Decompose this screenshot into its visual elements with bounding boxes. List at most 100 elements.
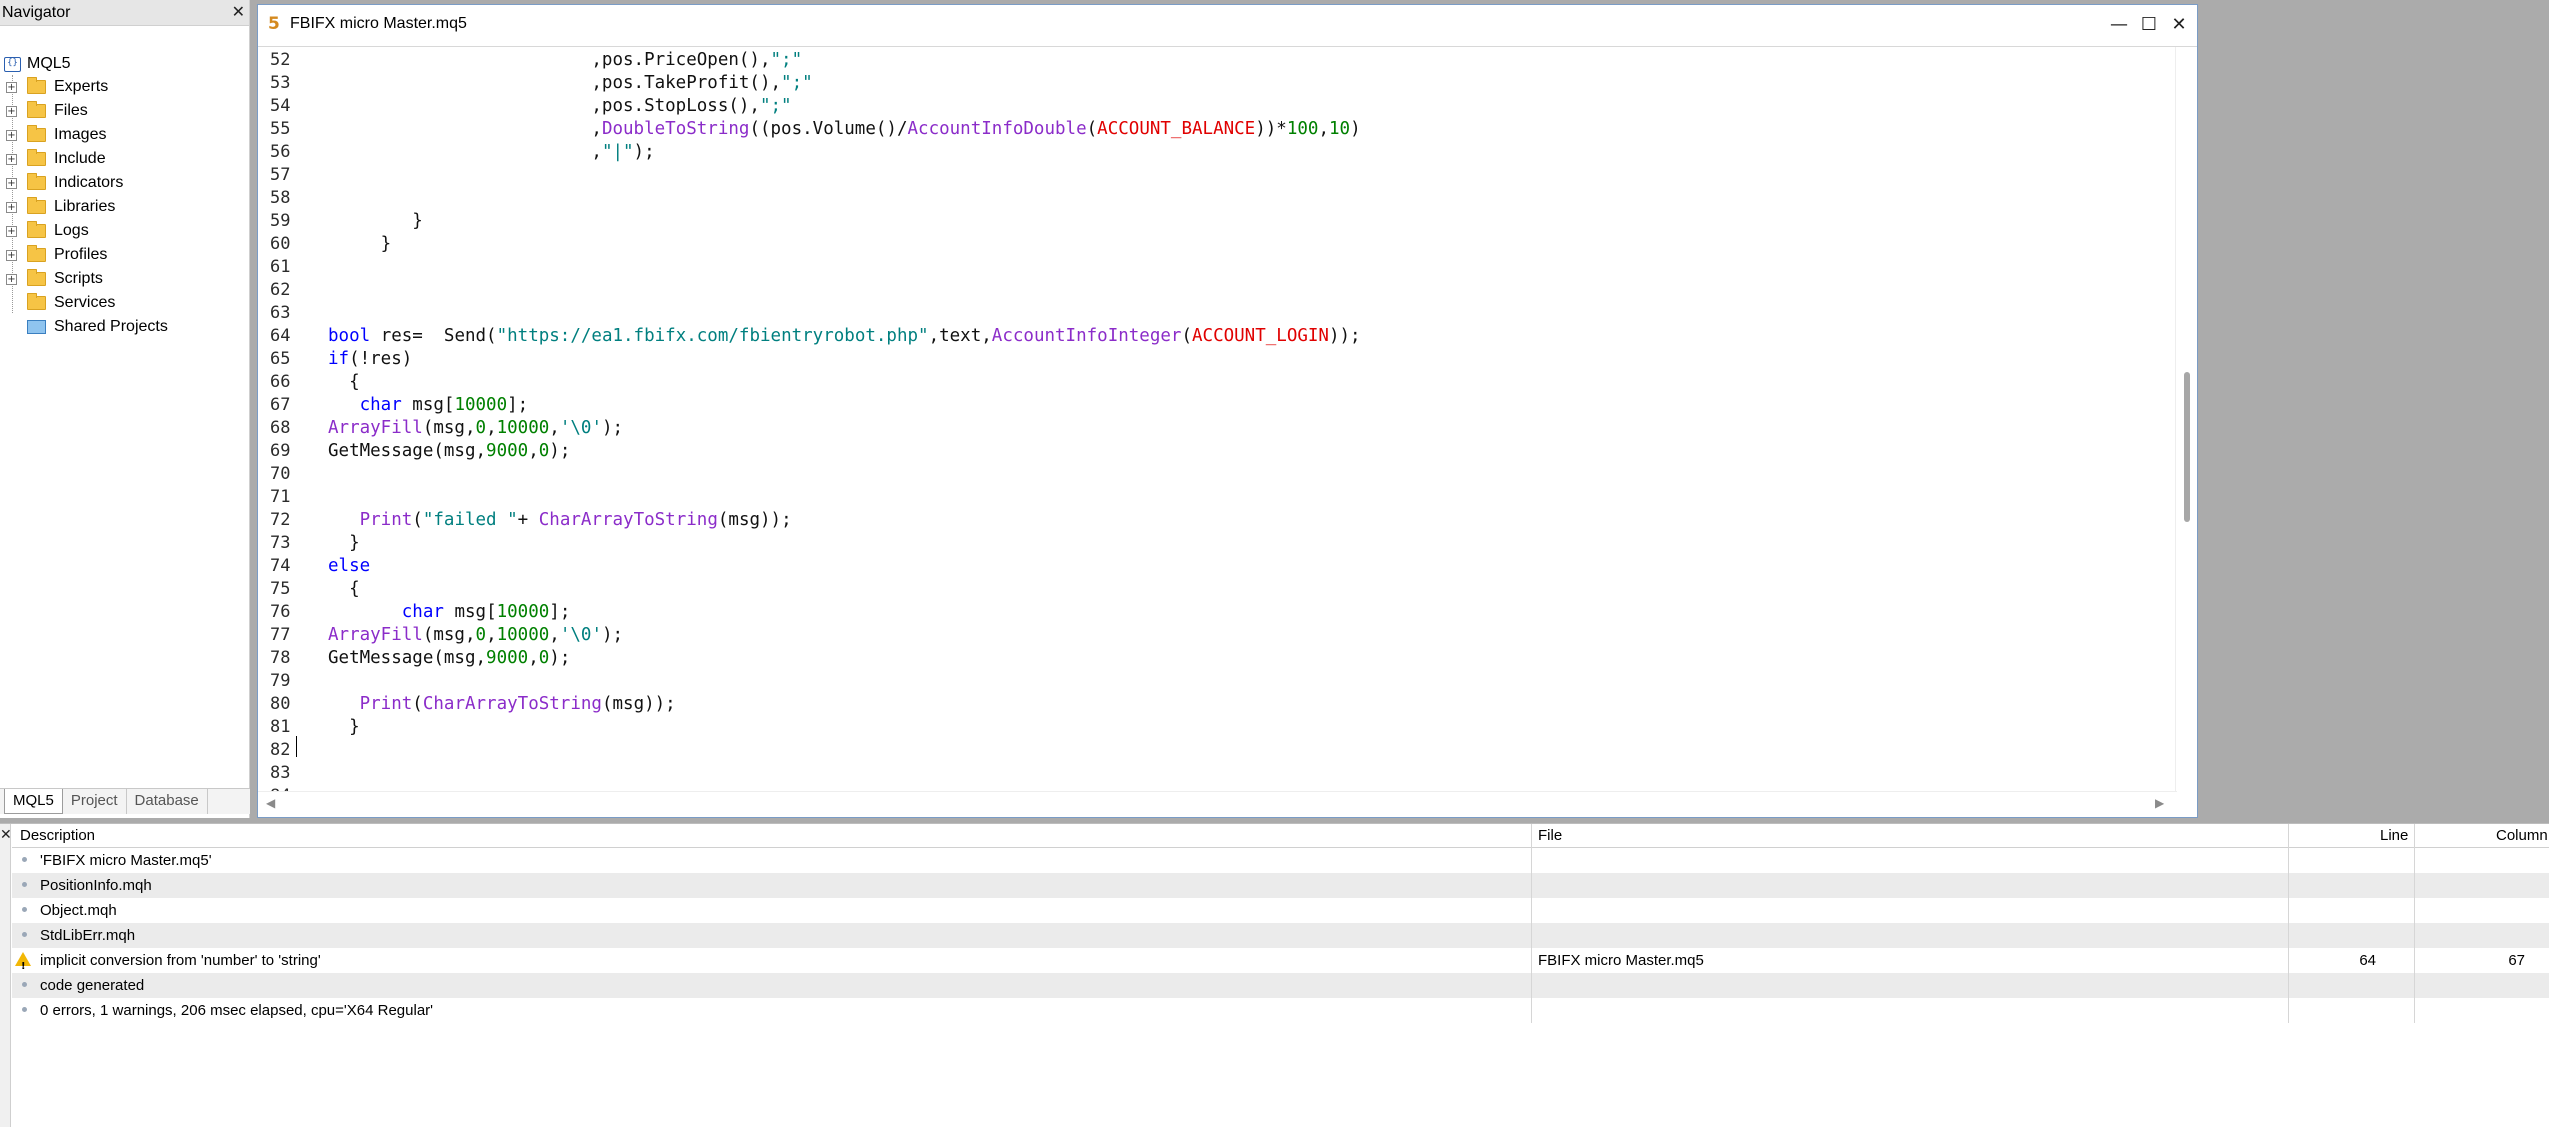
navigator-close-icon[interactable]: ✕ <box>232 0 245 26</box>
code-token-kw: if <box>328 349 350 369</box>
message-row[interactable]: code generated <box>12 973 2549 998</box>
scroll-left-icon[interactable]: ◀ <box>266 796 275 810</box>
tree-item-label: Files <box>54 102 88 119</box>
expand-plus-icon[interactable]: + <box>6 177 17 189</box>
code-line: ,pos.StopLoss(),";" <box>328 95 792 118</box>
code-token-fn: ArrayFill <box>328 418 423 438</box>
code-text-area[interactable]: 52 53 54 55 56 57 58 59 60 61 62 63 64 65 66 67 68 69 70 71… <box>258 47 2177 791</box>
expand-plus-icon[interactable]: + <box>6 129 17 141</box>
code-token-plain: + <box>517 510 539 530</box>
tree-item-label: Images <box>54 126 107 143</box>
expand-plus-icon[interactable]: + <box>6 105 17 117</box>
line-number: 73 <box>270 533 291 553</box>
code-token-const: ACCOUNT_LOGIN <box>1192 326 1329 346</box>
tree-item-indicators[interactable]: + Indicators <box>6 172 123 194</box>
tab-project[interactable]: Project <box>63 789 127 814</box>
tab-database[interactable]: Database <box>127 789 208 814</box>
mql5-root-icon: {} <box>4 56 21 72</box>
column-header-description[interactable]: Description <box>20 824 95 848</box>
code-token-plain: } <box>328 533 360 553</box>
message-row[interactable]: 0 errors, 1 warnings, 206 msec elapsed, … <box>12 998 2549 1023</box>
scroll-right-icon[interactable]: ▶ <box>2155 796 2164 810</box>
horizontal-scrollbar[interactable]: ◀ ▶ <box>258 791 2177 817</box>
tree-item-services[interactable]: Services <box>6 292 115 314</box>
code-line: ,pos.PriceOpen(),";" <box>328 49 802 72</box>
folder-icon <box>27 149 46 166</box>
tree-item-profiles[interactable]: + Profiles <box>6 244 107 266</box>
cell-description: implicit conversion from 'number' to 'st… <box>40 952 321 969</box>
tree-item-experts[interactable]: + Experts <box>6 76 108 98</box>
code-line: else <box>328 555 370 578</box>
folder-icon <box>27 293 46 310</box>
line-number: 61 <box>270 257 291 277</box>
tree-item-libraries[interactable]: + Libraries <box>6 196 115 218</box>
info-bullet-icon <box>22 857 27 862</box>
line-number: 77 <box>270 625 291 645</box>
tree-item-shared-projects[interactable]: Shared Projects <box>6 316 168 338</box>
tree-item-label: Indicators <box>54 174 124 191</box>
code-line: char msg[10000]; <box>328 394 529 417</box>
code-token-plain: , <box>328 119 602 139</box>
tree-item-images[interactable]: + Images <box>6 124 106 146</box>
message-row[interactable]: 'FBIFX micro Master.mq5' <box>12 848 2549 873</box>
tree-item-label: Include <box>54 150 106 167</box>
cell-file: FBIFX micro Master.mq5 <box>1538 952 1704 969</box>
code-token-num: 9000 <box>486 648 529 668</box>
warning-row[interactable]: ! implicit conversion from 'number' to 's… <box>12 948 2549 973</box>
code-line: { <box>328 578 360 601</box>
line-number: 68 <box>270 418 291 438</box>
column-header-file[interactable]: File <box>1538 824 1562 848</box>
tree-item-files[interactable]: + Files <box>6 100 88 122</box>
message-row[interactable]: Object.mqh <box>12 898 2549 923</box>
tree-item-include[interactable]: + Include <box>6 148 106 170</box>
tree-root-label: MQL5 <box>27 55 71 72</box>
expand-plus-icon[interactable]: + <box>6 225 17 237</box>
code-token-fn: CharArrayToString <box>422 694 602 714</box>
code-token-str: ";" <box>781 73 813 93</box>
folder-icon <box>27 125 46 142</box>
tree-item-logs[interactable]: + Logs <box>6 220 89 242</box>
cell-description: Object.mqh <box>40 902 117 919</box>
tree-item-scripts[interactable]: + Scripts <box>6 268 103 290</box>
code-line: Print(CharArrayToString(msg)); <box>328 693 676 716</box>
column-header-column[interactable]: Column <box>2496 824 2548 848</box>
tree-item-label: Scripts <box>54 270 103 287</box>
expand-plus-icon[interactable]: + <box>6 201 17 213</box>
code-token-plain: ) <box>1350 119 1361 139</box>
code-token-plain: ]; <box>549 602 571 622</box>
code-token-str: '\0' <box>559 418 602 438</box>
line-number: 76 <box>270 602 291 622</box>
code-line: if(!res) <box>328 348 412 371</box>
line-number: 74 <box>270 556 291 576</box>
code-token-plain: ( <box>412 694 423 714</box>
cell-column: 67 <box>2508 952 2525 969</box>
expand-plus-icon[interactable]: + <box>6 273 17 285</box>
tab-mql5[interactable]: MQL5 <box>4 789 63 814</box>
code-token-num: 0 <box>475 625 487 645</box>
code-token-num: 0 <box>538 441 550 461</box>
toolbox-close-icon[interactable]: ✕ <box>0 826 12 843</box>
code-line: char msg[10000]; <box>328 601 571 624</box>
code-token-num: 10000 <box>454 395 508 415</box>
column-header-line[interactable]: Line <box>2380 824 2408 848</box>
message-row[interactable]: PositionInfo.mqh <box>12 873 2549 898</box>
folder-icon <box>27 269 46 286</box>
expand-plus-icon[interactable]: + <box>6 249 17 261</box>
vertical-scroll-thumb[interactable] <box>2184 372 2190 522</box>
code-token-plain: ((pos.Volume()/ <box>749 119 908 139</box>
expand-plus-icon[interactable]: + <box>6 81 17 93</box>
tree-root-mql5[interactable]: {} MQL5 <box>4 53 71 75</box>
code-token-num: 0 <box>475 418 487 438</box>
expand-plus-icon[interactable]: + <box>6 153 17 165</box>
code-token-num: 10000 <box>496 625 550 645</box>
code-line: } <box>328 532 360 555</box>
vertical-scrollbar[interactable] <box>2175 47 2197 791</box>
code-token-fn: Print <box>359 510 413 530</box>
message-row[interactable]: StdLibErr.mqh <box>12 923 2549 948</box>
line-number: 63 <box>270 303 291 323</box>
cell-description: 0 errors, 1 warnings, 206 msec elapsed, … <box>40 1002 434 1019</box>
code-token-fn: Print <box>359 694 413 714</box>
close-button[interactable]: ✕ <box>2161 11 2197 39</box>
line-number-gutter: 52 53 54 55 56 57 58 59 60 61 62 63 64 65 66 67 68 69 70 71… <box>258 47 298 791</box>
code-token-str: ";" <box>759 96 792 116</box>
